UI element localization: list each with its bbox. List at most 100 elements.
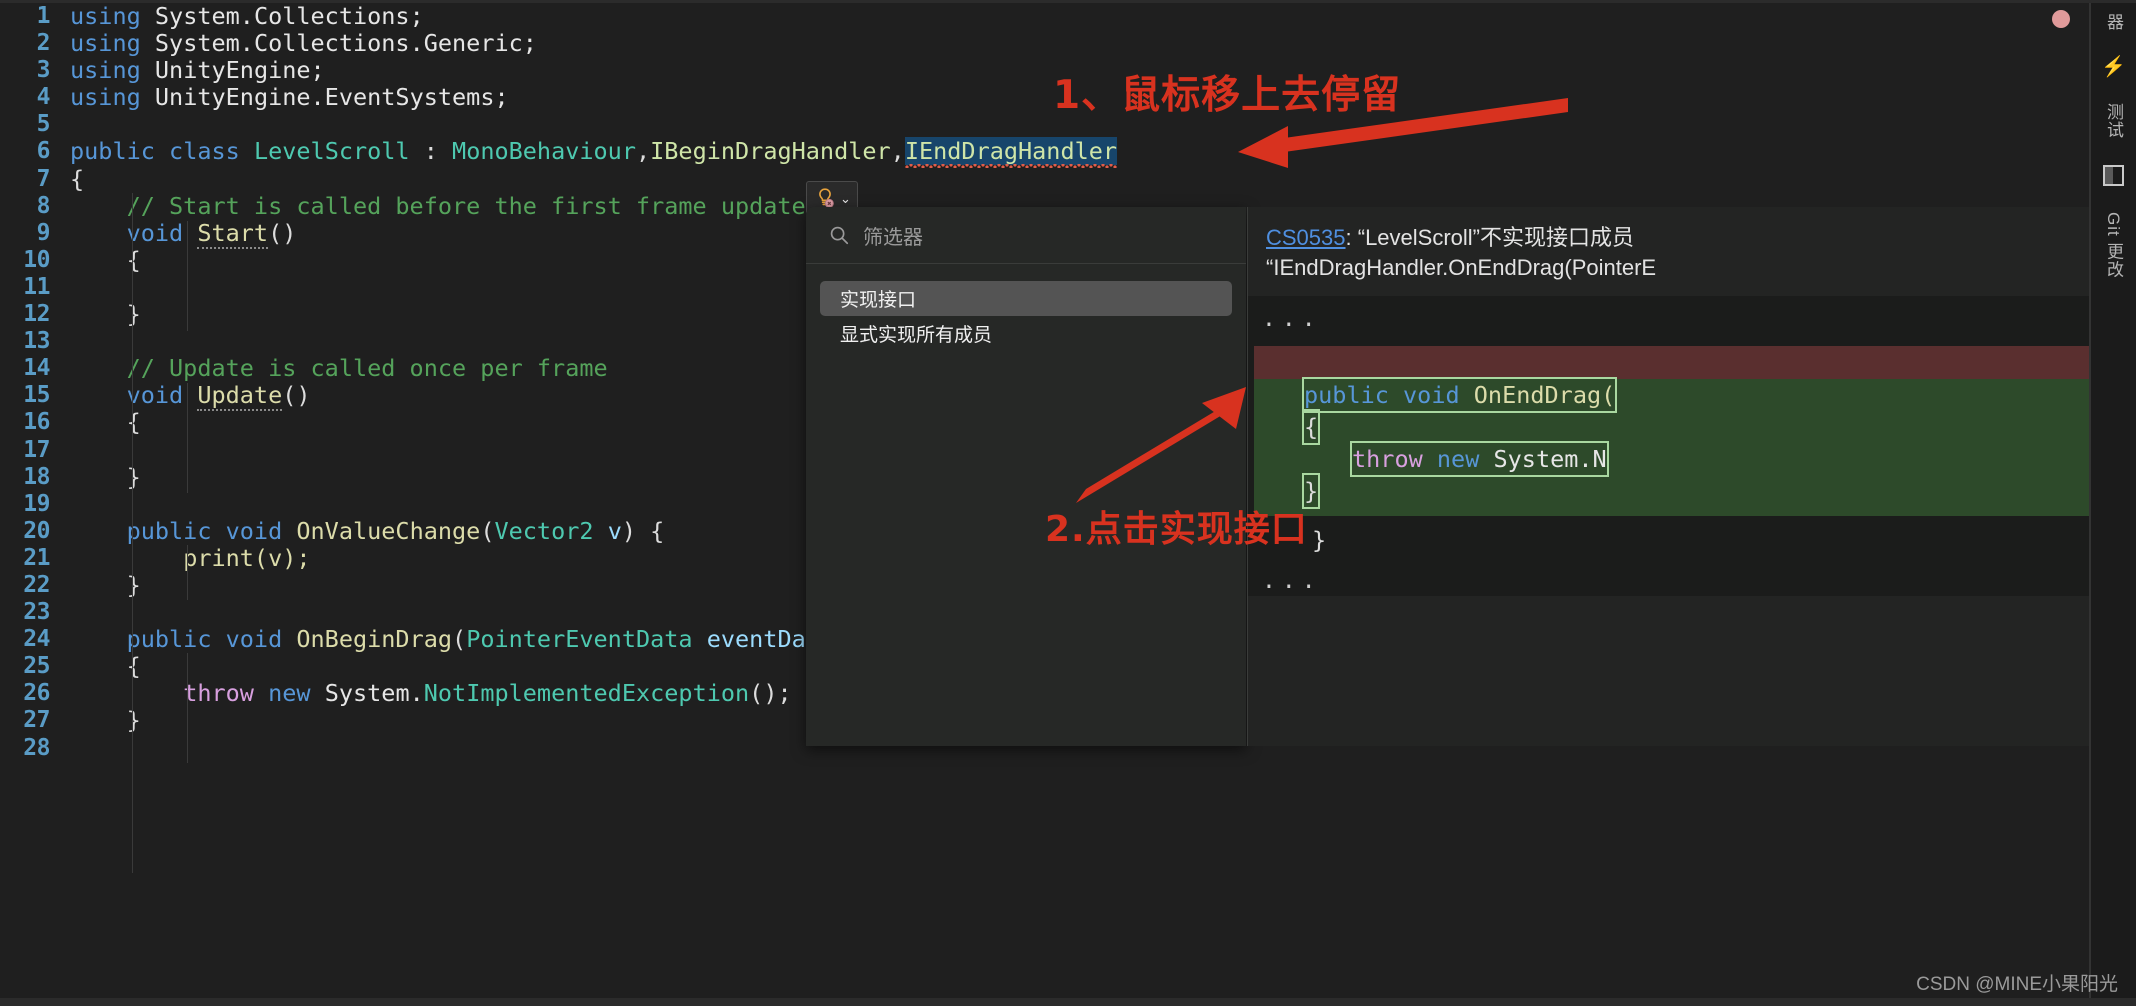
token-system: System.N [1493,445,1607,474]
token-brace: } [126,706,141,735]
activity-item-git-changes[interactable]: Git 更改 [2101,212,2126,278]
token-brace: } [126,462,141,491]
token-public: public [126,625,212,654]
diff-line-throw: throw new System.N [1254,441,2136,478]
line-number: 11 [23,273,50,300]
line-number: 3 [36,57,50,84]
diagnostic-code-link[interactable]: CS0535 [1266,225,1346,250]
popup-filter-row[interactable]: 筛选器 [806,207,1246,264]
indent-guide [187,545,188,600]
error-squiggle [904,164,1118,169]
token-using: using [70,2,141,30]
token-print-call: print(v); [183,543,311,572]
token-interface-begindrag: IBeginDragHandler [650,137,891,166]
search-icon [830,226,849,245]
token-class-name: LevelScroll [253,137,410,166]
line-number: 9 [36,219,50,246]
token-using: using [70,29,141,58]
line-number: 7 [36,165,50,192]
token-throw: throw [183,679,254,708]
token-brace: } [126,570,141,599]
token-new: new [268,679,311,708]
code-action-popup[interactable]: 筛选器 实现接口 显式实现所有成员 [806,207,1246,746]
token-parens: () [268,218,297,247]
token-paren: ( [480,516,495,545]
line-number: 2 [36,30,50,57]
token-type-vector2: Vector2 [494,516,594,545]
token-paren: ) { [621,516,665,545]
token-public: public [70,137,155,166]
line-number: 20 [23,517,50,544]
screenshot-root: 1 2 3 4 5 6 7 8 9 10 11 12 13 14 15 16 17 18 19 20 21 22 23 24 2… [0,0,2136,1006]
token-void: void [126,218,184,247]
line-number: 4 [36,84,50,111]
code-action-list[interactable]: 实现接口 显式实现所有成员 [806,264,1246,351]
diff-token-signature: public void OnEndDrag( [1301,377,1618,414]
right-activity-bar[interactable]: 器 ⚡ 测试 Git 更改 [2090,3,2136,1006]
diff-added-block: public void OnEndDrag( { throw new Syste… [1254,377,2136,517]
code-action-label: 实现接口 [840,290,917,311]
line-number: 25 [23,653,50,680]
code-line: using System.Collections; [56,2,2136,30]
token-method-onvaluechange: OnValueChange [296,516,481,545]
line-number: 16 [23,409,50,436]
diff-ellipsis-bottom: ... [1262,568,1322,595]
token-using: using [70,56,141,85]
code-line: { [56,164,2136,193]
diagnostic-text-line2: “IEndDragHandler.OnEndDrag(PointerE [1266,254,1657,280]
token-public: public [126,516,212,545]
diff-removed-line [1254,346,2136,380]
token-paren: ( [452,625,467,654]
line-number: 26 [23,680,50,707]
code-action-item-implement-interface[interactable]: 实现接口 [820,281,1232,316]
line-number: 28 [23,734,50,761]
indent-guide [187,221,188,331]
activity-item-resource-manager[interactable]: 器 [2101,13,2126,31]
token-method-start: Start [197,218,269,249]
line-number: 10 [23,246,50,273]
diagnostic-text-line1: : “LevelScroll”不实现接口成员 [1345,225,1634,250]
annotation-step-1: 1、鼠标移上去停留 [1053,73,1402,118]
panel-layout-icon[interactable] [2103,165,2124,186]
token-method-update: Update [197,381,283,412]
token-param-v: v [607,516,622,545]
line-number: 15 [23,382,50,409]
token-outer-brace-close: } [1312,526,1327,555]
diff-token-throw: throw new System.N [1350,441,1609,478]
token-namespace: System.Collections.Generic; [154,29,537,58]
indent-guide [187,383,188,493]
token-public-void: public void [1304,381,1474,410]
line-number: 12 [23,301,50,328]
token-parens: (); [749,679,792,708]
line-number: 22 [23,571,50,598]
line-number: 18 [23,463,50,490]
line-number: 27 [23,707,50,734]
line-number-gutter: 1 2 3 4 5 6 7 8 9 10 11 12 13 14 15 16 17 18 19 20 21 22 23 24 2… [0,3,56,1006]
diff-line-brace-open: { [1254,409,2136,446]
code-action-item-explicit-implement-all[interactable]: 显式实现所有成员 [820,316,1232,351]
window-bottom-edge [0,998,2136,1006]
token-brace: { [126,245,141,274]
token-class: class [169,137,240,166]
token-namespace: UnityEngine; [154,56,325,85]
token-interface-enddrag-selected[interactable]: IEndDragHandler [904,137,1118,169]
token-base-class: MonoBehaviour [452,137,636,166]
minimap-error-marker [2052,10,2070,28]
token-brace: { [126,408,141,437]
token-void: void [225,625,283,654]
annotation-step-2: 2.点击实现接口 [1045,509,1308,550]
token-method-onbegindrag: OnBeginDrag [296,625,453,654]
code-line-class-declaration: public class LevelScroll : MonoBehaviour… [56,137,2136,169]
token-parens: () [282,381,311,410]
watermark: CSDN @MINE小果阳光 [1916,974,2118,995]
indent-guide [132,193,133,873]
diff-preview: ... public void OnEndDrag( { throw new S… [1248,296,2136,597]
token-namespace: System.Collections; [154,2,424,30]
code-action-label: 显式实现所有成员 [840,325,993,346]
line-number: 1 [36,3,50,29]
activity-item-test[interactable]: 测试 [2101,103,2126,139]
lightning-icon[interactable]: ⚡ [2101,57,2126,77]
popup-filter-placeholder[interactable]: 筛选器 [863,221,923,250]
token-comma: , [890,137,905,166]
token-brace: { [70,164,85,193]
